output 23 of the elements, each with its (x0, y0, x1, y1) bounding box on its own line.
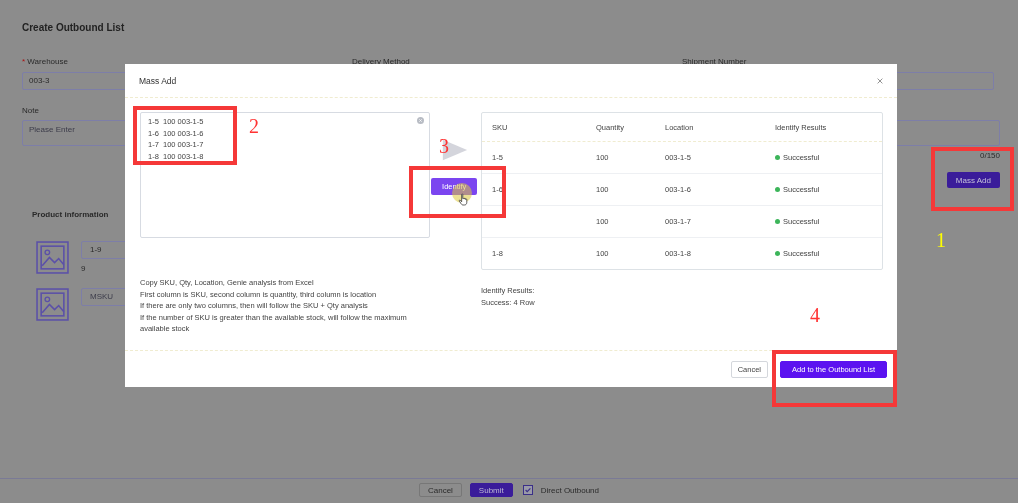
field-label: * Warehouse (22, 57, 69, 66)
hand-cursor-icon (458, 193, 469, 206)
dialog-title: Mass Add (139, 75, 177, 86)
field-label: Note (22, 106, 40, 115)
submit-button[interactable]: Submit (469, 483, 513, 497)
step-number: 3 (439, 136, 449, 156)
clear-icon[interactable] (417, 117, 425, 124)
close-icon[interactable] (876, 76, 884, 85)
step-number: 4 (810, 305, 820, 325)
image-placeholder-icon (36, 241, 69, 274)
section-title: Product information (32, 210, 110, 219)
checkbox-label: Direct Outbound (540, 485, 600, 495)
step-number: 1 (936, 230, 946, 250)
step-number: 2 (249, 116, 259, 136)
cancel-button[interactable]: Cancel (418, 483, 462, 497)
field-label: Delivery Method (352, 57, 411, 66)
character-counter: 0/150 (979, 151, 1000, 160)
image-placeholder-icon (36, 288, 69, 321)
field-label: Shipment Number (682, 57, 748, 66)
page-title: Create Outbound List (22, 22, 126, 33)
checkbox[interactable] (522, 485, 533, 495)
quantity-text: 9 (81, 264, 87, 273)
mass-add-button[interactable]: Mass Add (946, 172, 1000, 188)
